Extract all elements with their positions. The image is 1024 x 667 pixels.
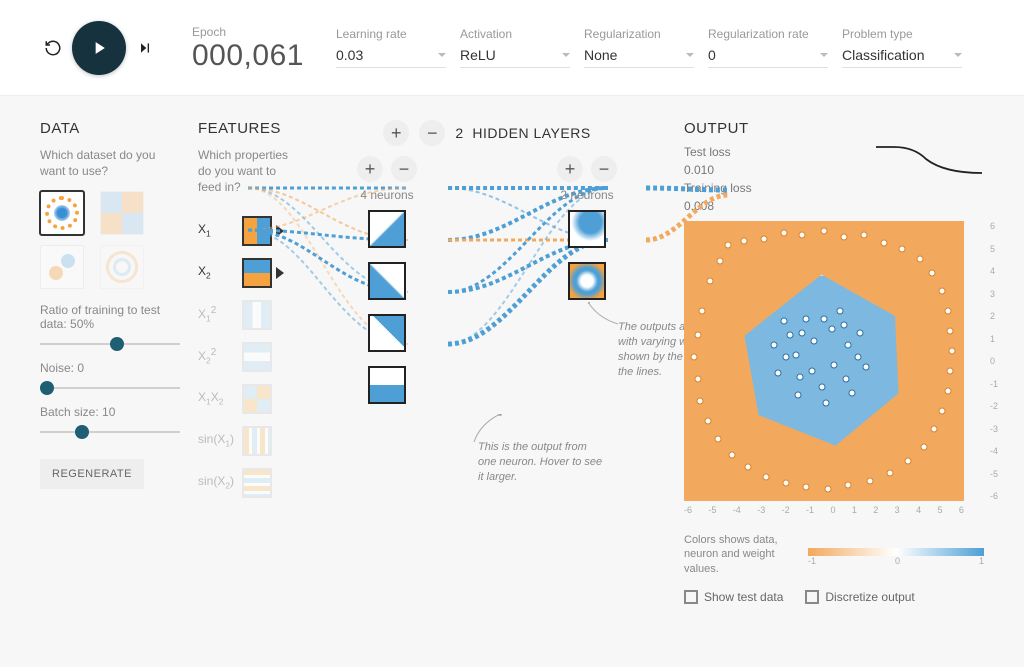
discretize-output-checkbox[interactable]: Discretize output <box>805 590 914 604</box>
neuron[interactable] <box>568 262 606 300</box>
dataset-spiral[interactable] <box>100 245 144 289</box>
neuron[interactable] <box>368 210 406 248</box>
neuron[interactable] <box>368 314 406 352</box>
color-legend: -101 <box>808 548 984 560</box>
hidden-layer-1: +− 4 neurons <box>357 156 417 418</box>
epoch-value: 000,061 <box>192 41 322 71</box>
regularization-rate-select[interactable]: 0 <box>708 43 828 68</box>
neuron[interactable] <box>368 262 406 300</box>
wedge-icon <box>276 267 284 279</box>
add-neuron-button[interactable]: + <box>357 156 383 182</box>
feature-sinx1[interactable] <box>242 426 272 456</box>
dataset-gauss[interactable] <box>40 245 84 289</box>
reset-button[interactable] <box>40 35 66 61</box>
problem-type-select[interactable]: Classification <box>842 43 962 68</box>
dataset-circle[interactable] <box>40 191 84 235</box>
output-plot[interactable] <box>684 221 964 501</box>
feature-x1[interactable] <box>242 216 272 246</box>
remove-layer-button[interactable]: − <box>419 120 445 146</box>
data-panel: DATA Which dataset do you want to use? R… <box>40 120 180 604</box>
callout-neuron: This is the output from one neuron. Hove… <box>478 441 602 483</box>
y-axis: 6543210-1-2-3-4-5-6 <box>990 221 998 501</box>
step-button[interactable] <box>132 35 158 61</box>
epoch-label: Epoch <box>192 25 322 39</box>
feature-sinx2[interactable] <box>242 468 272 498</box>
network-panel: + − 2 HIDDEN LAYERS <box>308 120 666 604</box>
remove-neuron-button[interactable]: − <box>391 156 417 182</box>
neuron[interactable] <box>568 210 606 248</box>
feature-x1x2[interactable] <box>242 384 272 414</box>
features-panel: FEATURES Which properties do you want to… <box>198 120 290 604</box>
activation-select[interactable]: ReLU <box>460 43 570 68</box>
loss-chart <box>874 143 984 177</box>
ratio-slider[interactable] <box>40 335 180 353</box>
show-test-data-checkbox[interactable]: Show test data <box>684 590 783 604</box>
neuron[interactable] <box>368 366 406 404</box>
data-title: DATA <box>40 120 180 137</box>
add-layer-button[interactable]: + <box>383 120 409 146</box>
regenerate-button[interactable]: REGENERATE <box>40 459 144 489</box>
remove-neuron-button[interactable]: − <box>591 156 617 182</box>
wedge-icon <box>276 225 284 237</box>
dataset-xor[interactable] <box>100 191 144 235</box>
play-button[interactable] <box>72 21 126 75</box>
hidden-layer-2: +− 2 neurons <box>557 156 617 418</box>
x-axis: -6-5-4-3-2-10123456 <box>684 505 964 519</box>
batch-slider[interactable] <box>40 423 180 441</box>
feature-x2[interactable] <box>242 258 272 288</box>
output-panel: OUTPUT Test loss 0.010 Training loss 0.0… <box>684 120 984 604</box>
timeline-controls <box>40 21 158 75</box>
epoch-display: Epoch 000,061 <box>192 25 322 71</box>
feature-x2sq[interactable] <box>242 342 272 372</box>
add-neuron-button[interactable]: + <box>557 156 583 182</box>
regularization-select[interactable]: None <box>584 43 694 68</box>
learning-rate-select[interactable]: 0.03 <box>336 43 446 68</box>
noise-slider[interactable] <box>40 379 180 397</box>
feature-x1sq[interactable] <box>242 300 272 330</box>
